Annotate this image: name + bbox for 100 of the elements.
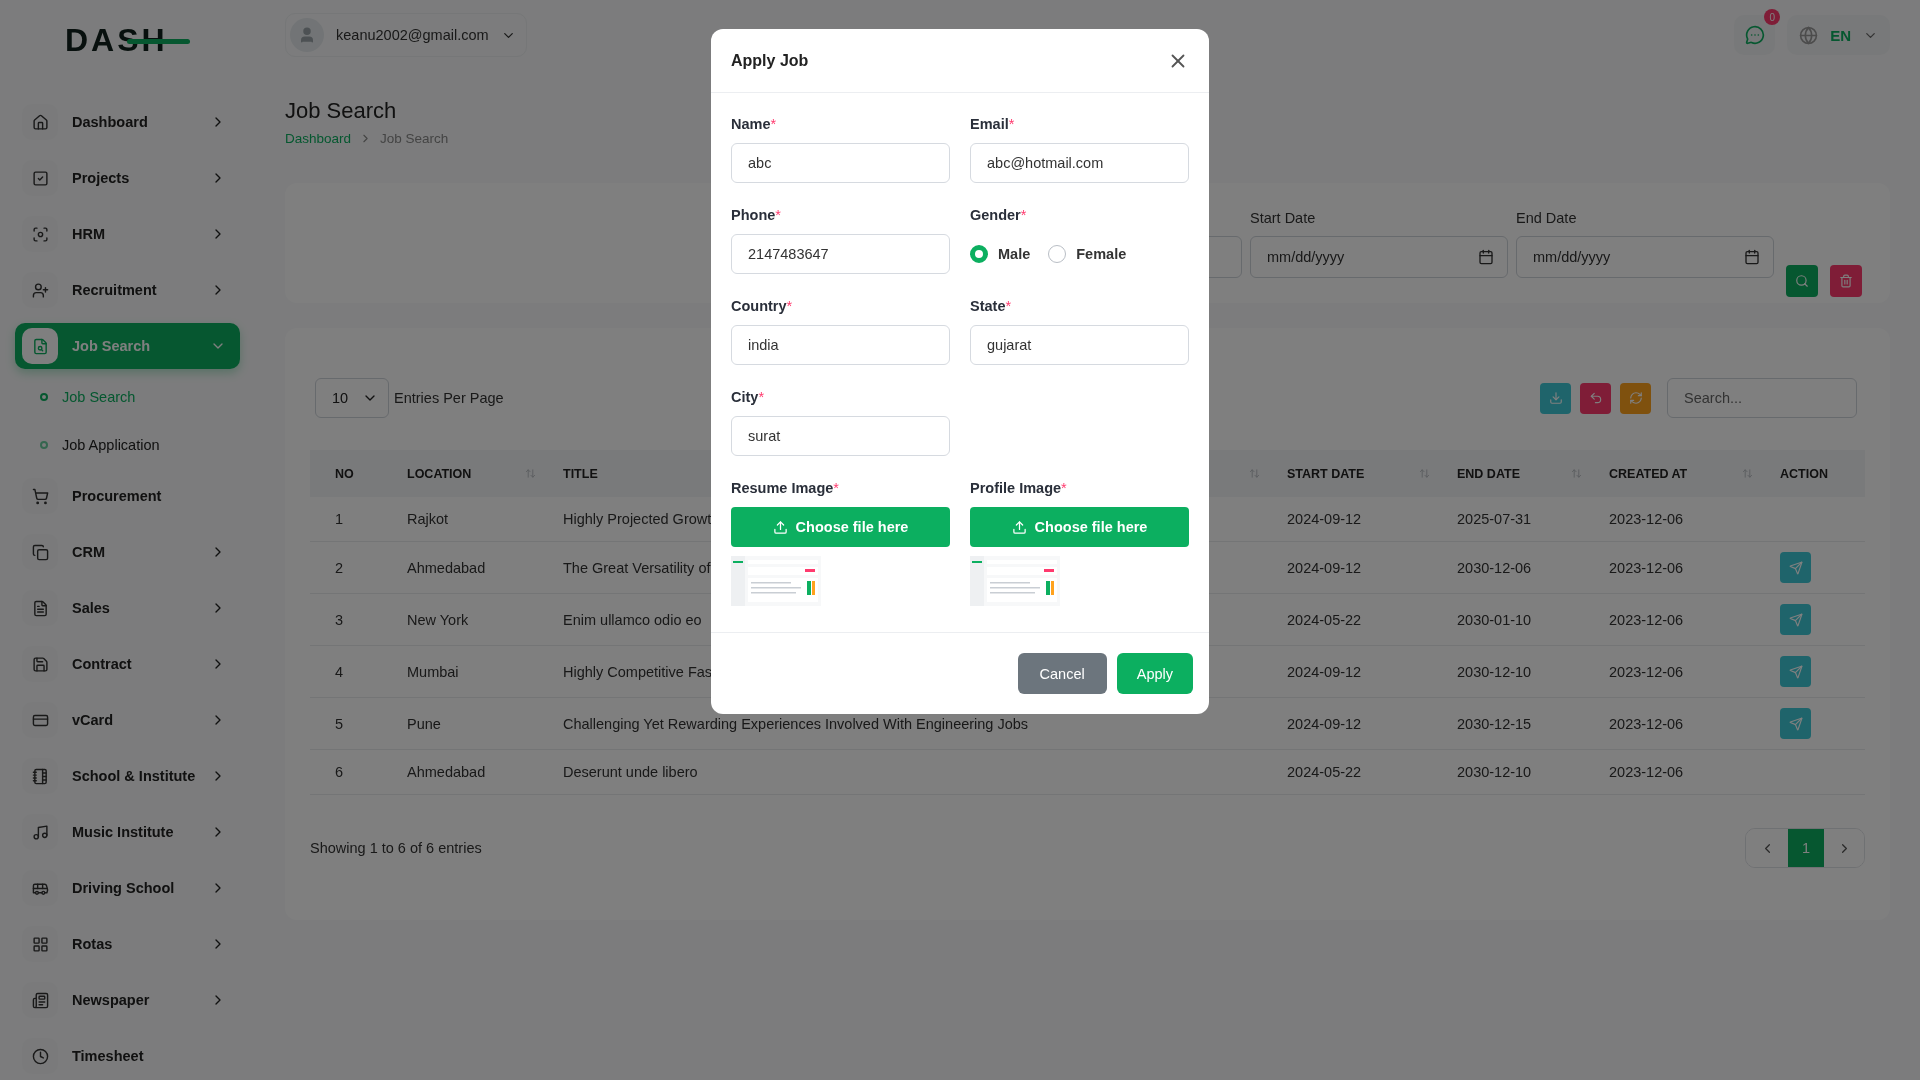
cancel-button[interactable]: Cancel (1017, 653, 1107, 694)
apply-button[interactable] (1780, 552, 1811, 583)
table-cell: 2030-01-10 (1457, 611, 1532, 628)
table-cell: 2024-09-12 (1287, 663, 1362, 680)
field-label: Phone* (731, 206, 782, 225)
table-cell: 6 (335, 764, 344, 780)
download-button[interactable] (1540, 382, 1571, 414)
sidebar-item[interactable]: Projects (15, 155, 240, 201)
table-cell: Mumbai (407, 663, 459, 680)
breadcrumb-current: Job Search (380, 131, 449, 146)
globe-icon (1799, 25, 1819, 45)
send-icon (1788, 612, 1803, 627)
table-cell: Highly Projected Growt (563, 511, 712, 527)
column-header[interactable]: LOCATION (392, 450, 548, 497)
field-label: Start Date (1250, 209, 1317, 228)
column-header[interactable]: START DATE (1272, 450, 1442, 497)
send-icon (1788, 716, 1803, 731)
file-search-icon (31, 337, 49, 355)
music-icon (31, 823, 49, 841)
sidebar-item[interactable]: Procurement (15, 473, 240, 519)
text-field[interactable]: abc (731, 143, 950, 183)
grid-icon (31, 935, 49, 953)
table-cell: 2023-12-06 (1609, 715, 1684, 732)
sidebar-item[interactable]: Dashboard (15, 99, 240, 145)
text-field[interactable]: india (731, 325, 950, 365)
field-label: End Date (1516, 209, 1578, 228)
download-icon (1548, 391, 1563, 405)
page-title: Job Search (285, 97, 397, 125)
refresh-icon (1628, 391, 1643, 405)
apply-button[interactable] (1780, 708, 1811, 739)
refresh-button[interactable] (1620, 382, 1651, 414)
sidebar-item[interactable]: vCard (15, 697, 240, 743)
date-field[interactable]: mm/dd/yyyy (1250, 236, 1508, 278)
document-icon (31, 599, 49, 617)
user-menu[interactable]: keanu2002@gmail.com (285, 13, 527, 57)
submenu-item[interactable]: Job Application (40, 425, 240, 465)
apply-button[interactable]: Apply (1116, 653, 1193, 694)
field-label: Resume Image* (731, 479, 840, 498)
sort-icon (525, 468, 536, 479)
upload-icon (772, 519, 788, 535)
radio-button[interactable]: Female (1048, 245, 1127, 263)
field-label: Email* (970, 115, 1016, 134)
trash-icon (1839, 274, 1853, 288)
table-cell: 3 (335, 611, 344, 628)
chat-icon (1744, 25, 1765, 45)
table-cell: 4 (335, 663, 344, 680)
sort-icon (1571, 468, 1582, 479)
table-cell: 2023-12-06 (1609, 511, 1684, 527)
search-button[interactable] (1786, 265, 1818, 297)
table-cell: 2030-12-10 (1457, 663, 1532, 680)
chat-button[interactable] (1734, 15, 1776, 55)
sidebar-item[interactable]: School & Institute (15, 753, 240, 799)
sidebar-item[interactable]: Timesheet (15, 1033, 240, 1079)
text-field[interactable]: surat (731, 416, 950, 456)
text-field[interactable]: abc@hotmail.com (970, 143, 1189, 183)
apply-button[interactable] (1780, 604, 1811, 635)
column-header[interactable]: END DATE (1442, 450, 1594, 497)
table-cell: 1 (335, 511, 344, 527)
field-label: City* (731, 388, 766, 407)
text-field[interactable]: gujarat (970, 325, 1189, 365)
apply-button[interactable] (1780, 656, 1811, 687)
upload-button[interactable]: Choose file here (970, 507, 1189, 547)
undo-button[interactable] (1580, 382, 1611, 414)
upload-button[interactable]: Choose file here (731, 507, 950, 547)
field-label: State* (970, 297, 1013, 316)
checkbox-icon (31, 169, 49, 187)
upload-icon (1011, 519, 1027, 535)
column-header[interactable]: CREATED AT (1594, 450, 1765, 497)
table-cell: 2030-12-15 (1457, 715, 1532, 732)
clear-button[interactable] (1830, 265, 1862, 297)
calendar-icon (1744, 249, 1760, 265)
table-cell: 2023-12-06 (1609, 764, 1684, 780)
field-label: Profile Image* (970, 479, 1068, 498)
field-label: Name* (731, 115, 778, 134)
date-field[interactable]: mm/dd/yyyy (1516, 236, 1774, 278)
sidebar-item[interactable]: CRM (15, 529, 240, 575)
table-cell: 2024-09-12 (1287, 559, 1362, 576)
table-cell: 5 (335, 715, 344, 732)
sidebar-item[interactable]: Contract (15, 641, 240, 687)
home-icon (31, 113, 49, 131)
table-cell: The Great Versatility of (563, 559, 711, 576)
undo-icon (1588, 391, 1603, 405)
text-field[interactable]: 2147483647 (731, 234, 950, 274)
radio-button[interactable]: Male (970, 245, 1031, 263)
table-cell: 2023-12-06 (1609, 611, 1684, 628)
column-header: NO (310, 450, 392, 497)
sidebar-item[interactable]: Sales (15, 585, 240, 631)
sidebar-item[interactable]: Music Institute (15, 809, 240, 855)
search-icon (1795, 274, 1809, 288)
send-icon (1788, 560, 1803, 575)
sidebar-item[interactable]: Newspaper (15, 977, 240, 1023)
sidebar-item[interactable]: Driving School (15, 865, 240, 911)
avatar (290, 18, 324, 52)
sidebar-item[interactable]: Rotas (15, 921, 240, 967)
search-field[interactable]: Search... (1667, 378, 1857, 418)
table-cell: Pune (407, 715, 441, 732)
sidebar-item[interactable]: Recruitment (15, 267, 240, 313)
entries-select[interactable]: 10 (315, 378, 389, 418)
table-cell: Ahmedabad (407, 764, 486, 780)
sidebar-item[interactable]: HRM (15, 211, 240, 257)
